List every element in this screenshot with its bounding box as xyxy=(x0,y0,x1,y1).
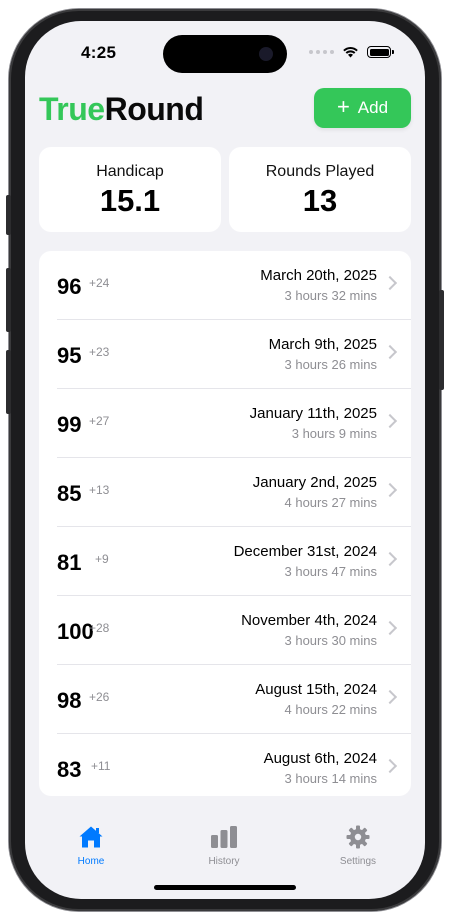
round-date: November 4th, 2024 xyxy=(241,612,377,629)
tab-history[interactable]: History xyxy=(184,825,264,867)
volume-down-button xyxy=(6,350,11,414)
home-indicator xyxy=(154,885,296,890)
rounds-played-card: Rounds Played 13 xyxy=(229,147,411,232)
rounds-played-value: 13 xyxy=(302,183,338,218)
round-duration: 3 hours 32 mins xyxy=(284,288,378,303)
add-round-button[interactable]: + Add xyxy=(314,88,411,128)
round-duration: 4 hours 27 mins xyxy=(284,495,378,510)
chevron-right-icon xyxy=(382,620,398,636)
round-row[interactable]: 96 +24 March 20th, 2025 3 hours 32 mins xyxy=(39,251,411,320)
add-button-label: Add xyxy=(357,98,389,117)
round-duration: 4 hours 22 mins xyxy=(284,702,378,717)
round-row[interactable]: 95 +23 March 9th, 2025 3 hours 26 mins xyxy=(39,320,411,389)
chevron-right-icon xyxy=(382,482,398,498)
round-duration: 3 hours 9 mins xyxy=(291,426,377,441)
round-date: January 11th, 2025 xyxy=(249,405,377,422)
round-over-par: +9 xyxy=(95,552,109,566)
round-over-par: +27 xyxy=(89,414,110,428)
app-title: TrueRound xyxy=(39,91,204,128)
round-date: August 15th, 2024 xyxy=(255,681,377,698)
power-button xyxy=(439,290,444,390)
battery-icon xyxy=(367,46,394,58)
round-over-par: +11 xyxy=(91,759,111,773)
tab-home-label: Home xyxy=(77,856,105,867)
round-over-par: +13 xyxy=(89,483,110,497)
chevron-right-icon xyxy=(382,275,398,291)
plus-icon: + xyxy=(336,94,350,119)
handicap-value: 15.1 xyxy=(99,183,161,218)
round-over-par: +23 xyxy=(89,345,110,359)
round-over-par: +28 xyxy=(89,621,110,635)
round-date: December 31st, 2024 xyxy=(233,543,377,560)
action-button xyxy=(6,195,11,235)
wifi-icon xyxy=(343,47,358,58)
round-score: 83 xyxy=(57,757,82,782)
round-row[interactable]: 83 +11 August 6th, 2024 3 hours 14 mins xyxy=(39,734,411,796)
gear-icon xyxy=(346,825,370,849)
tab-home[interactable]: Home xyxy=(51,825,131,867)
round-score: 81 xyxy=(57,550,82,575)
round-score: 95 xyxy=(57,343,82,368)
round-duration: 3 hours 26 mins xyxy=(284,357,378,372)
volume-up-button xyxy=(6,268,11,332)
round-duration: 3 hours 30 mins xyxy=(284,633,378,648)
chevron-right-icon xyxy=(382,551,398,567)
round-score: 99 xyxy=(57,412,82,437)
round-date: January 2nd, 2025 xyxy=(252,474,377,491)
chevron-right-icon xyxy=(382,344,398,360)
round-row[interactable]: 81 +9 December 31st, 2024 3 hours 47 min… xyxy=(39,527,411,596)
round-row[interactable]: 98 +26 August 15th, 2024 4 hours 22 mins xyxy=(39,665,411,734)
round-score: 96 xyxy=(57,274,82,299)
chevron-right-icon xyxy=(382,413,398,429)
round-score: 98 xyxy=(57,688,82,713)
house-icon xyxy=(79,826,103,848)
round-over-par: +24 xyxy=(89,276,110,290)
bar-chart-icon xyxy=(211,826,237,848)
round-row[interactable]: 99 +27 January 11th, 2025 3 hours 9 mins xyxy=(39,389,411,458)
dynamic-island xyxy=(163,35,287,73)
round-date: March 20th, 2025 xyxy=(260,267,377,284)
round-score: 85 xyxy=(57,481,82,506)
chevron-right-icon xyxy=(382,758,398,774)
round-date: March 9th, 2025 xyxy=(268,336,377,353)
rounds-list: 96 +24 March 20th, 2025 3 hours 32 mins … xyxy=(39,251,411,796)
chevron-right-icon xyxy=(382,689,398,705)
handicap-label: Handicap xyxy=(96,163,164,180)
tab-settings[interactable]: Settings xyxy=(318,825,398,867)
app-title-round: Round xyxy=(104,91,204,127)
cellular-signal-icon xyxy=(309,50,334,54)
app-title-true: True xyxy=(39,91,105,127)
rounds-played-label: Rounds Played xyxy=(265,163,375,180)
round-duration: 3 hours 47 mins xyxy=(284,564,378,579)
round-row[interactable]: 100 +28 November 4th, 2024 3 hours 30 mi… xyxy=(39,596,411,665)
status-bar: 4:25 xyxy=(25,21,425,75)
round-date: August 6th, 2024 xyxy=(263,750,377,767)
app-screen: 4:25 TrueRound + Add Handicap 15.1 Round… xyxy=(25,21,425,899)
tab-settings-label: Settings xyxy=(339,856,377,867)
round-over-par: +26 xyxy=(89,690,110,704)
status-time: 4:25 xyxy=(81,43,117,62)
handicap-card: Handicap 15.1 xyxy=(39,147,221,232)
round-row[interactable]: 85 +13 January 2nd, 2025 4 hours 27 mins xyxy=(39,458,411,527)
round-duration: 3 hours 14 mins xyxy=(284,771,378,786)
tab-history-label: History xyxy=(208,856,240,867)
